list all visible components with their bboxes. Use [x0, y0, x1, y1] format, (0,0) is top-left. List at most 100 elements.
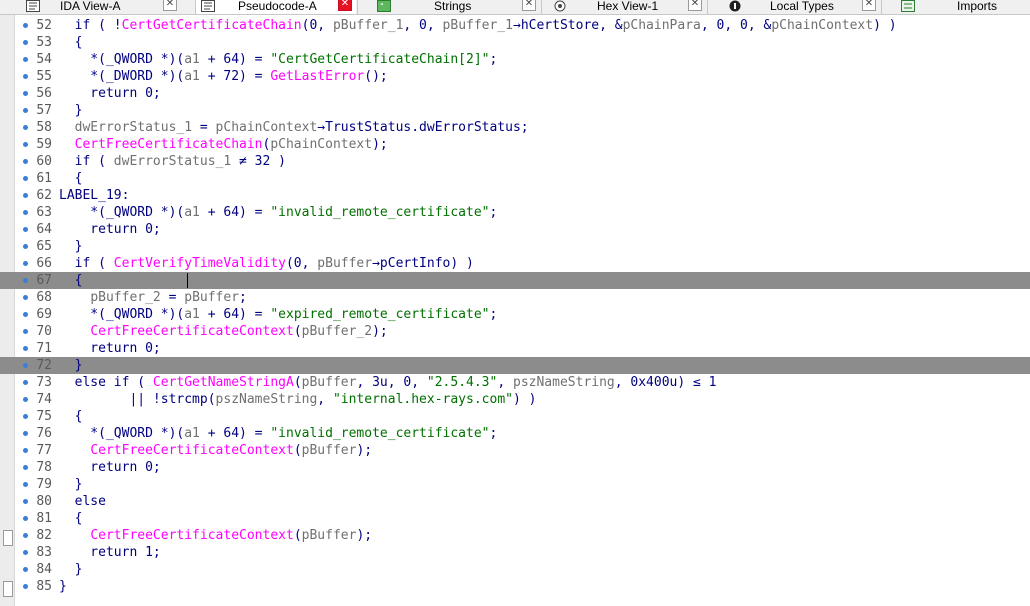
- code-line[interactable]: 62 LABEL_19:: [0, 187, 1030, 204]
- breakpoint-dot-icon[interactable]: [23, 516, 28, 521]
- code-line[interactable]: 85}: [0, 578, 1030, 595]
- breakpoint-dot-icon[interactable]: [23, 329, 28, 334]
- code-token: ≠ 32 ): [231, 154, 286, 169]
- code-text: if ( CertVerifyTimeValidity(0, pBuffer→p…: [59, 255, 474, 272]
- code-line[interactable]: 72 }: [0, 357, 1030, 374]
- code-token: }: [59, 239, 83, 254]
- line-number: 62: [36, 188, 52, 203]
- tab-label: Pseudocode-A: [238, 0, 317, 13]
- breakpoint-dot-icon[interactable]: [23, 159, 28, 164]
- breakpoint-dot-icon[interactable]: [23, 278, 28, 283]
- code-text: if ( !CertGetCertificateChain(0, pBuffer…: [59, 17, 897, 34]
- code-line[interactable]: 81 {: [0, 510, 1030, 527]
- code-line[interactable]: 84 }: [0, 561, 1030, 578]
- breakpoint-dot-icon[interactable]: [23, 465, 28, 470]
- breakpoint-dot-icon[interactable]: [23, 482, 28, 487]
- breakpoint-dot-icon[interactable]: [23, 108, 28, 113]
- code-line[interactable]: 61 {: [0, 170, 1030, 187]
- code-line[interactable]: 58 dwErrorStatus_1 = pChainContext→Trust…: [0, 119, 1030, 136]
- code-line[interactable]: 77 CertFreeCertificateContext(pBuffer);: [0, 442, 1030, 459]
- breakpoint-dot-icon[interactable]: [23, 584, 28, 589]
- tab-separator: [357, 0, 358, 14]
- code-line[interactable]: 78 return 0;: [0, 459, 1030, 476]
- tab-hex-view-1[interactable]: Hex View-1: [553, 0, 658, 14]
- close-tab-pseudocode-a-icon[interactable]: ✕: [338, 0, 352, 11]
- code-line[interactable]: 83 return 1;: [0, 544, 1030, 561]
- code-line[interactable]: 75 {: [0, 408, 1030, 425]
- code-line[interactable]: 57 }: [0, 102, 1030, 119]
- code-line[interactable]: 76 *(_QWORD *)(a1 + 64) = "invalid_remot…: [0, 425, 1030, 442]
- code-token: );: [372, 137, 388, 152]
- line-number: 79: [36, 477, 52, 492]
- code-line[interactable]: 73 else if ( CertGetNameStringA(pBuffer,…: [0, 374, 1030, 391]
- breakpoint-dot-icon[interactable]: [23, 125, 28, 130]
- breakpoint-dot-icon[interactable]: [23, 244, 28, 249]
- code-line[interactable]: 52 if ( !CertGetCertificateChain(0, pBuf…: [0, 17, 1030, 34]
- close-tab-strings-icon[interactable]: ✕: [522, 0, 536, 11]
- breakpoint-dot-icon[interactable]: [23, 431, 28, 436]
- close-tab-ida-view-a-icon[interactable]: ✕: [163, 0, 177, 11]
- code-line[interactable]: 66 if ( CertVerifyTimeValidity(0, pBuffe…: [0, 255, 1030, 272]
- code-line[interactable]: 53 {: [0, 34, 1030, 51]
- code-line[interactable]: 70 CertFreeCertificateContext(pBuffer_2)…: [0, 323, 1030, 340]
- breakpoint-dot-icon[interactable]: [23, 499, 28, 504]
- code-token: + 72) =: [199, 69, 271, 84]
- code-token: pBuffer: [301, 375, 357, 390]
- breakpoint-dot-icon[interactable]: [23, 142, 28, 147]
- breakpoint-dot-icon[interactable]: [23, 414, 28, 419]
- code-line[interactable]: 54 *(_QWORD *)(a1 + 64) = "CertGetCertif…: [0, 51, 1030, 68]
- close-tab-local-types-icon[interactable]: ✕: [862, 0, 876, 11]
- breakpoint-dot-icon[interactable]: [23, 380, 28, 385]
- code-line[interactable]: 56 return 0;: [0, 85, 1030, 102]
- code-line[interactable]: 63 *(_QWORD *)(a1 + 64) = "invalid_remot…: [0, 204, 1030, 221]
- breakpoint-dot-icon[interactable]: [23, 23, 28, 28]
- breakpoint-dot-icon[interactable]: [23, 397, 28, 402]
- tab-ida-view-a[interactable]: IDA View-A: [26, 0, 120, 14]
- code-line[interactable]: 55 *(_DWORD *)(a1 + 72) = GetLastError()…: [0, 68, 1030, 85]
- breakpoint-dot-icon[interactable]: [23, 261, 28, 266]
- code-line[interactable]: 69 *(_QWORD *)(a1 + 64) = "expired_remot…: [0, 306, 1030, 323]
- breakpoint-dot-icon[interactable]: [23, 91, 28, 96]
- code-line[interactable]: 59 CertFreeCertificateChain(pChainContex…: [0, 136, 1030, 153]
- breakpoint-dot-icon[interactable]: [23, 550, 28, 555]
- code-token: , 0,: [403, 18, 443, 33]
- breakpoint-dot-icon[interactable]: [23, 57, 28, 62]
- breakpoint-dot-icon[interactable]: [23, 346, 28, 351]
- tab-imports[interactable]: Imports: [901, 0, 997, 14]
- code-line[interactable]: 79 }: [0, 476, 1030, 493]
- breakpoint-dot-icon[interactable]: [23, 193, 28, 198]
- breakpoint-dot-icon[interactable]: [23, 312, 28, 317]
- breakpoint-dot-icon[interactable]: [23, 210, 28, 215]
- tab-bar: IDA View-A ✕ Pseudocode-A ✕ " Strings ✕ …: [0, 0, 1030, 15]
- breakpoint-dot-icon[interactable]: [23, 567, 28, 572]
- code-token: }: [59, 358, 83, 373]
- close-tab-hex-view-1-icon[interactable]: ✕: [688, 0, 702, 11]
- code-line[interactable]: 64 return 0;: [0, 221, 1030, 238]
- code-line[interactable]: 65 }: [0, 238, 1030, 255]
- tab-local-types[interactable]: Local Types: [728, 0, 834, 14]
- code-line[interactable]: 80 else: [0, 493, 1030, 510]
- breakpoint-dot-icon[interactable]: [23, 176, 28, 181]
- code-line[interactable]: 71 return 0;: [0, 340, 1030, 357]
- code-token: →TrustStatus.dwErrorStatus;: [317, 120, 529, 135]
- code-line[interactable]: 74 || !strcmp(pszNameString, "internal.h…: [0, 391, 1030, 408]
- code-line[interactable]: 67 {: [0, 272, 1030, 289]
- breakpoint-dot-icon[interactable]: [23, 363, 28, 368]
- breakpoint-dot-icon[interactable]: [23, 533, 28, 538]
- breakpoint-dot-icon[interactable]: [23, 74, 28, 79]
- code-token: (: [293, 443, 302, 458]
- code-token: {: [59, 511, 83, 526]
- code-line[interactable]: 68 pBuffer_2 = pBuffer;: [0, 289, 1030, 306]
- pseudocode-listing[interactable]: 52 if ( !CertGetCertificateChain(0, pBuf…: [0, 17, 1030, 595]
- code-line[interactable]: 60 if ( dwErrorStatus_1 ≠ 32 ): [0, 153, 1030, 170]
- line-number: 67: [36, 273, 52, 288]
- code-line[interactable]: 82 CertFreeCertificateContext(pBuffer);: [0, 527, 1030, 544]
- tab-strings[interactable]: " Strings: [377, 0, 471, 14]
- breakpoint-dot-icon[interactable]: [23, 40, 28, 45]
- tab-pseudocode-a[interactable]: Pseudocode-A: [201, 0, 317, 14]
- breakpoint-dot-icon[interactable]: [23, 448, 28, 453]
- breakpoint-dot-icon[interactable]: [23, 227, 28, 232]
- code-token: if (: [59, 256, 114, 271]
- breakpoint-dot-icon[interactable]: [23, 295, 28, 300]
- code-text: }: [59, 357, 83, 374]
